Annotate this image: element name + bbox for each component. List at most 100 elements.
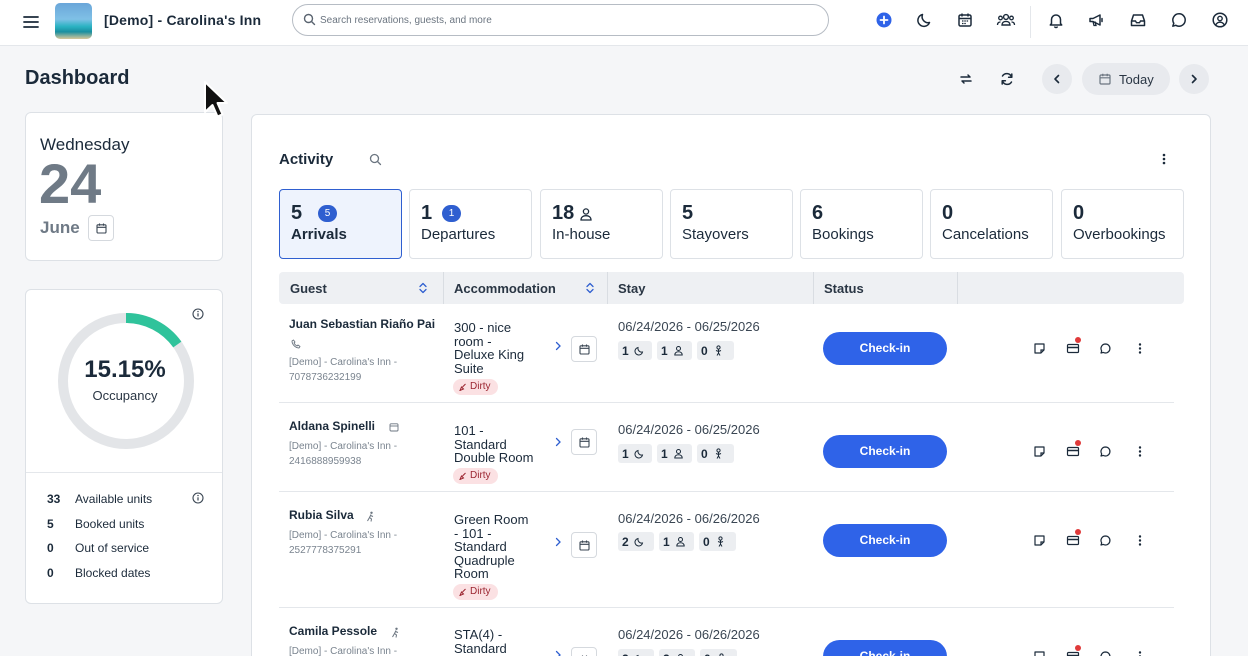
chevron-right-icon[interactable]: [554, 341, 562, 351]
table-row[interactable]: Juan Sebastian Riaño Pai [Demo] - Caroli…: [279, 304, 1174, 403]
guest-name[interactable]: Aldana Spinelli: [289, 419, 375, 433]
stay-calendar-button[interactable]: [571, 429, 597, 455]
guest-name[interactable]: Camila Pessole: [289, 624, 377, 638]
menu-icon[interactable]: [22, 13, 40, 31]
table-row[interactable]: Aldana Spinelli [Demo] - Carolina's Inn …: [279, 403, 1174, 492]
chevron-right-icon[interactable]: [554, 437, 562, 447]
check-in-button[interactable]: Check-in: [823, 332, 947, 365]
tile-stayovers[interactable]: 5 Stayovers: [670, 189, 793, 259]
tile-label: Departures: [421, 226, 496, 243]
user-circle-icon[interactable]: [1211, 11, 1229, 29]
calendar-icon: [579, 540, 590, 551]
previous-day-button[interactable]: [1042, 64, 1072, 94]
adults-count: 1: [661, 344, 668, 358]
walking-icon: [367, 511, 374, 522]
tile-departures[interactable]: 1 1 Departures: [409, 189, 532, 259]
chat-icon[interactable]: [1099, 445, 1112, 458]
column-status[interactable]: Status: [824, 281, 864, 296]
property-title[interactable]: [Demo] - Carolina's Inn: [104, 12, 261, 28]
sort-icon[interactable]: [418, 282, 428, 294]
column-accommodation[interactable]: Accommodation: [454, 281, 556, 296]
guest-property: [Demo] - Carolina's Inn - 7078736232199: [289, 355, 439, 385]
note-icon[interactable]: [1033, 534, 1046, 547]
guest-name[interactable]: Rubia Silva: [289, 508, 354, 522]
housekeeping-badge: Dirty: [453, 379, 498, 395]
date-picker-button[interactable]: [88, 215, 114, 241]
more-vertical-icon[interactable]: [1161, 152, 1167, 166]
adults-chip: 2: [659, 649, 695, 656]
stay-calendar-button[interactable]: [571, 647, 597, 656]
moon-icon[interactable]: [916, 11, 934, 29]
chat-icon[interactable]: [1099, 650, 1112, 656]
search-input[interactable]: [320, 12, 800, 28]
people-icon[interactable]: [996, 11, 1016, 29]
check-in-button[interactable]: Check-in: [823, 435, 947, 468]
search-icon[interactable]: [369, 153, 382, 166]
credit-card-icon[interactable]: [1066, 342, 1080, 355]
mouse-cursor-icon: [204, 81, 228, 118]
megaphone-icon[interactable]: [1087, 11, 1105, 29]
credit-card-icon[interactable]: [1066, 534, 1080, 547]
chat-icon[interactable]: [1170, 11, 1188, 29]
property-name: [Demo] - Carolina's Inn -: [289, 441, 398, 452]
tile-label: Arrivals: [291, 226, 347, 243]
more-vertical-icon[interactable]: [1137, 445, 1143, 458]
next-day-button[interactable]: [1179, 64, 1209, 94]
calendar-icon[interactable]: [956, 11, 974, 29]
table-row[interactable]: Camila Pessole [Demo] - Carolina's Inn -…: [279, 608, 1174, 656]
add-circle-icon[interactable]: [875, 11, 893, 29]
column-divider: [957, 272, 958, 304]
more-vertical-icon[interactable]: [1137, 650, 1143, 656]
check-in-button[interactable]: Check-in: [823, 524, 947, 557]
stay-calendar-button[interactable]: [571, 336, 597, 362]
credit-card-icon[interactable]: [1066, 445, 1080, 458]
notification-dot: [1075, 645, 1081, 651]
stay-calendar-button[interactable]: [571, 532, 597, 558]
swap-button[interactable]: [951, 64, 981, 94]
note-icon[interactable]: [1033, 650, 1046, 656]
more-vertical-icon[interactable]: [1137, 342, 1143, 355]
tile-label: In-house: [552, 226, 611, 243]
chat-icon[interactable]: [1099, 534, 1112, 547]
accommodation-name[interactable]: STA(4) - Standard: [454, 628, 540, 655]
activity-title: Activity: [279, 151, 334, 168]
day-number: 24: [39, 152, 102, 215]
nights-count: 1: [622, 447, 629, 461]
guest-name[interactable]: Juan Sebastian Riaño Pai: [289, 317, 435, 331]
column-guest[interactable]: Guest: [290, 281, 327, 296]
sort-icon[interactable]: [585, 282, 595, 294]
tile-cancelations[interactable]: 0 Cancelations: [930, 189, 1053, 259]
accommodation-name[interactable]: 300 - nice room - Deluxe King Suite: [454, 321, 540, 375]
accommodation-name[interactable]: 101 - Standard Double Room: [454, 424, 540, 465]
chevron-right-icon[interactable]: [554, 537, 562, 547]
property-name: [Demo] - Carolina's Inn -: [289, 530, 398, 541]
chat-icon[interactable]: [1099, 342, 1112, 355]
table-row[interactable]: Rubia Silva [Demo] - Carolina's Inn - 25…: [279, 492, 1174, 608]
more-vertical-icon[interactable]: [1137, 534, 1143, 547]
today-button[interactable]: Today: [1082, 63, 1170, 95]
tile-overbookings[interactable]: 0 Overbookings: [1061, 189, 1184, 259]
tile-in-house[interactable]: 18 In-house: [540, 189, 663, 259]
check-in-button[interactable]: Check-in: [823, 640, 947, 656]
note-icon[interactable]: [1033, 342, 1046, 355]
column-stay[interactable]: Stay: [618, 281, 645, 296]
accommodation-line: Room: [454, 566, 489, 581]
tile-bookings[interactable]: 6 Bookings: [800, 189, 923, 259]
info-icon[interactable]: [192, 492, 204, 504]
global-search[interactable]: [292, 4, 829, 36]
tile-badge: 1: [442, 205, 461, 222]
info-icon[interactable]: [192, 308, 204, 320]
tile-value: 5: [291, 202, 303, 224]
tile-arrivals[interactable]: 5 5 Arrivals: [279, 189, 402, 259]
stat-value: 5: [47, 517, 54, 531]
refresh-button[interactable]: [992, 64, 1022, 94]
property-logo[interactable]: [55, 3, 92, 39]
note-icon[interactable]: [1033, 445, 1046, 458]
chevron-right-icon[interactable]: [554, 650, 562, 656]
tile-value: 1: [421, 202, 433, 224]
column-divider: [607, 272, 608, 304]
accommodation-name[interactable]: Green Room - 101 - Standard Quadruple Ro…: [454, 513, 540, 581]
inbox-icon[interactable]: [1129, 11, 1147, 29]
bell-icon[interactable]: [1047, 11, 1065, 29]
divider: [26, 472, 222, 473]
